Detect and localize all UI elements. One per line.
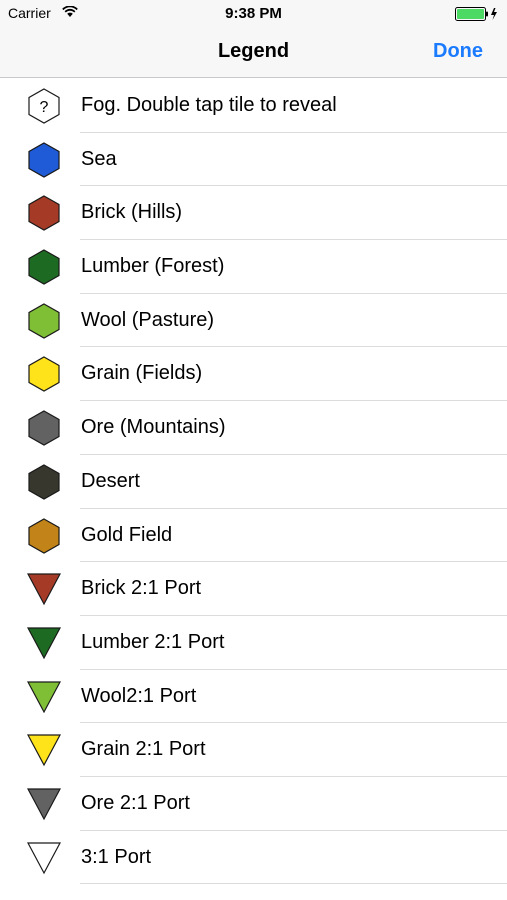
legend-item-label: Sea: [81, 147, 117, 170]
list-item[interactable]: Grain 2:1 Port: [0, 723, 507, 777]
legend-item-label: Brick 2:1 Port: [81, 577, 202, 600]
list-item[interactable]: Desert: [0, 455, 507, 509]
legend-item-label: Lumber (Forest): [81, 255, 225, 278]
port-triangle-icon: [27, 627, 61, 660]
list-item[interactable]: Brick 2:1 Port: [0, 562, 507, 616]
list-item[interactable]: Ore (Mountains): [0, 401, 507, 455]
legend-item-label: Wool (Pasture): [81, 308, 215, 331]
legend-item-label: Ore 2:1 Port: [81, 791, 190, 814]
legend-item-label: Desert: [81, 469, 140, 492]
hexagon-tile-icon: [28, 303, 60, 339]
list-item[interactable]: Grain (Fields): [0, 347, 507, 401]
legend-list: ? Fog. Double tap tile to reveal Sea Brick …: [0, 79, 507, 885]
battery-charging-icon: [455, 7, 497, 21]
hexagon-tile-icon: [28, 517, 60, 554]
list-item[interactable]: Wool (Pasture): [0, 294, 507, 348]
list-item[interactable]: Gold Field: [0, 509, 507, 563]
legend-item-label: Gold Field: [81, 523, 173, 546]
list-item[interactable]: ? Fog. Double tap tile to reveal: [0, 79, 507, 133]
svg-text:?: ?: [40, 99, 49, 116]
hexagon-tile-icon: [28, 195, 60, 232]
list-item[interactable]: Lumber 2:1 Port: [0, 616, 507, 670]
navigation-bar: Legend Done: [0, 28, 507, 78]
hexagon-tile-icon: [28, 356, 60, 393]
legend-item-label: Brick (Hills): [81, 201, 183, 224]
hexagon-tile-icon: [28, 410, 60, 446]
legend-item-label: Ore (Mountains): [81, 416, 226, 439]
port-triangle-icon: [27, 573, 61, 606]
page-title: Legend: [217, 40, 290, 62]
hexagon-tile-icon: [28, 141, 60, 178]
legend-item-label: Grain (Fields): [81, 362, 203, 385]
status-bar: Carrier 9:38 PM: [0, 0, 507, 28]
legend-item-label: Grain 2:1 Port: [81, 738, 206, 761]
legend-item-label: Wool2:1 Port: [81, 684, 197, 707]
list-item[interactable]: Wool2:1 Port: [0, 670, 507, 724]
legend-item-label: Fog. Double tap tile to reveal: [81, 94, 337, 116]
list-item[interactable]: Sea: [0, 133, 507, 187]
legend-item-label: 3:1 Port: [81, 845, 152, 868]
list-item[interactable]: Brick (Hills): [0, 186, 507, 240]
port-triangle-icon: [27, 788, 61, 821]
port-triangle-icon: [27, 680, 61, 713]
status-time: 9:38 PM: [225, 5, 282, 22]
list-item[interactable]: Lumber (Forest): [0, 240, 507, 294]
hexagon-tile-icon: [28, 464, 60, 500]
port-triangle-icon: [27, 842, 61, 874]
hexagon-tile-icon: [28, 249, 60, 285]
list-item[interactable]: Ore 2:1 Port: [0, 777, 507, 831]
done-button[interactable]: Done: [433, 40, 483, 63]
port-triangle-icon: [27, 734, 61, 767]
legend-item-label: Lumber 2:1 Port: [81, 630, 225, 653]
list-item[interactable]: 3:1 Port: [0, 831, 507, 885]
fog-hexagon-icon: ?: [28, 88, 60, 124]
